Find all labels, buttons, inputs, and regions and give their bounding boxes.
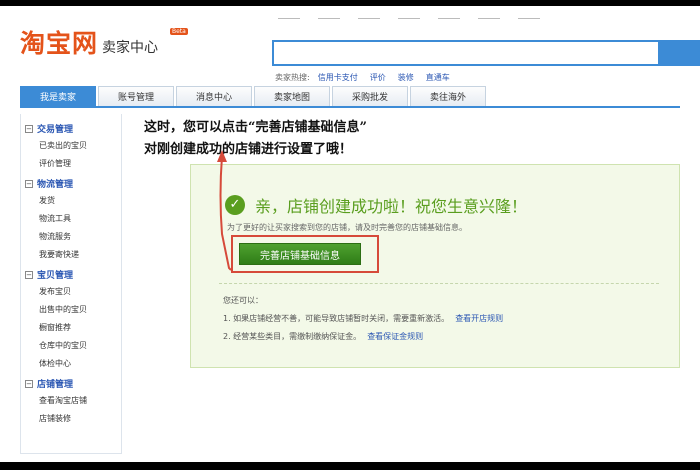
annotation-line-2: 对刚创建成功的店铺进行设置了哦！ [144,142,353,157]
collapse-icon[interactable]: − [25,379,33,388]
tip-item: 1. 如果店铺经营不善，可能导致店铺暂时关闭，需要重新激活。 查看开店规则 [223,313,503,324]
sidebar-item-showcase[interactable]: 橱窗推荐 [39,322,121,333]
tab-overseas[interactable]: 卖往海外 [410,86,486,106]
section-title-text: 物流管理 [37,180,74,190]
sidebar-section-title[interactable]: − 交易管理 [25,122,121,135]
hot-link[interactable]: 直通车 [426,72,450,83]
sidebar-item-decorate[interactable]: 店铺装修 [39,413,121,424]
hot-link[interactable]: 信用卡支付 [318,72,358,83]
sidebar-section-title[interactable]: − 物流管理 [25,177,121,190]
tip-link-shop-rules[interactable]: 查看开店规则 [455,314,503,323]
collapse-icon[interactable]: − [25,179,33,188]
collapse-icon[interactable]: − [25,270,33,279]
sidebar-section-title[interactable]: − 宝贝管理 [25,268,121,281]
sidebar-group-items: − 宝贝管理 发布宝贝 出售中的宝贝 橱窗推荐 仓库中的宝贝 体检中心 [21,268,121,369]
tab-seller[interactable]: 我是卖家 [20,86,96,106]
sidebar-item-send-express[interactable]: 我要寄快递 [39,249,121,260]
section-title-text: 宝贝管理 [37,271,74,281]
tab-seller-map[interactable]: 卖家地图 [254,86,330,106]
success-panel: ✓ 亲，店铺创建成功啦！祝您生意兴隆！ 为了更好的让买家搜索到您的店铺，请及时完… [190,164,680,368]
collapse-icon[interactable]: − [25,124,33,133]
annotation-line-1: 这时，您可以点击“完善店铺基础信息” [144,120,367,135]
hot-link[interactable]: 装修 [398,72,414,83]
tip-text: 1. 如果店铺经营不善，可能导致店铺暂时关闭，需要重新激活。 [223,314,450,323]
logo-sub-text: 卖家中心 [102,40,159,56]
main-nav: 我是卖家 账号管理 消息中心 卖家地图 采购批发 卖往海外 [20,86,680,108]
sidebar-item-logistics-tools[interactable]: 物流工具 [39,213,121,224]
beta-badge: Beta [170,28,188,35]
seller-center-page: 淘宝网 卖家中心 Beta 卖家热搜: 信用卡支付 评价 装修 直通车 我是卖家… [0,6,700,462]
sidebar-section-title[interactable]: − 店铺管理 [25,377,121,390]
top-links-placeholder [278,18,540,19]
taobao-logo[interactable]: 淘宝网 卖家中心 Beta [20,28,188,58]
sidebar-group-logistics: − 物流管理 发货 物流工具 物流服务 我要寄快递 [21,177,121,260]
sidebar-item-ship[interactable]: 发货 [39,195,121,206]
check-icon: ✓ [225,195,245,215]
tab-wholesale[interactable]: 采购批发 [332,86,408,106]
tab-account[interactable]: 账号管理 [98,86,174,106]
section-title-text: 店铺管理 [37,380,74,390]
divider [219,283,659,284]
success-title: 亲，店铺创建成功啦！祝您生意兴隆！ [255,197,528,216]
search-button[interactable] [660,40,700,66]
sidebar-item-reviews[interactable]: 评价管理 [39,158,121,169]
tutorial-annotation: 这时，您可以点击“完善店铺基础信息” 对刚创建成功的店铺进行设置了哦！ [144,117,367,161]
sidebar-group-shop: − 店铺管理 查看淘宝店铺 店铺装修 [21,377,121,424]
sidebar-item-on-sale[interactable]: 出售中的宝贝 [39,304,121,315]
sidebar-item-publish[interactable]: 发布宝贝 [39,286,121,297]
remind-label: 您还可以： [223,296,263,305]
sidebar-item-warehouse[interactable]: 仓库中的宝贝 [39,340,121,351]
sidebar-item-logistics-service[interactable]: 物流服务 [39,231,121,242]
success-hint: 为了更好的让买家搜索到您的店铺，请及时完善您的店铺基础信息。 [227,223,467,232]
hot-search-bar: 卖家热搜: 信用卡支付 评价 装修 直通车 [275,72,450,83]
tip-link-deposit-rules[interactable]: 查看保证金规则 [367,332,423,341]
sidebar: − 交易管理 已卖出的宝贝 评价管理 − 物流管理 发货 物流工具 物流服务 我要寄… [20,114,122,454]
hot-link[interactable]: 评价 [370,72,386,83]
sidebar-item-view-shop[interactable]: 查看淘宝店铺 [39,395,121,406]
complete-shop-info-button[interactable]: 完善店铺基础信息 [239,243,361,265]
tip-text: 2. 经营某些类目，需缴制缴纳保证金。 [223,332,362,341]
tip-item: 2. 经营某些类目，需缴制缴纳保证金。 查看保证金规则 [223,331,423,342]
sidebar-item-checkup[interactable]: 体检中心 [39,358,121,369]
logo-main-text: 淘宝网 [20,29,99,58]
sidebar-item-sold[interactable]: 已卖出的宝贝 [39,140,121,151]
hot-search-label: 卖家热搜: [275,73,310,82]
tab-messages[interactable]: 消息中心 [176,86,252,106]
sidebar-group-trade: − 交易管理 已卖出的宝贝 评价管理 [21,122,121,169]
section-title-text: 交易管理 [37,125,74,135]
search-input[interactable] [272,40,660,66]
